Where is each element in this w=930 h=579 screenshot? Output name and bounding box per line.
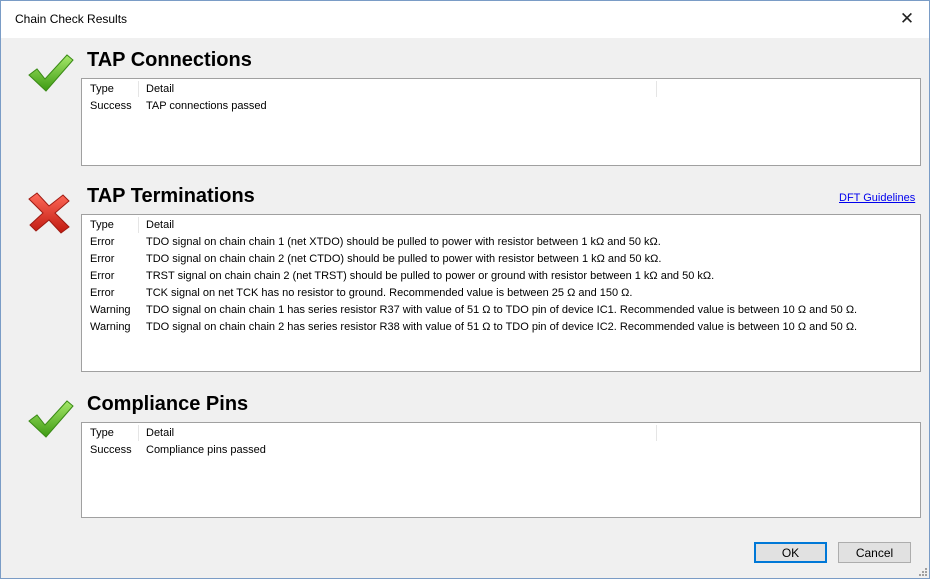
column-divider[interactable] [138, 425, 139, 441]
row-type: Success [90, 444, 132, 456]
list-item[interactable]: Error TDO signal on chain chain 2 (net C… [82, 251, 920, 268]
title-bar: Chain Check Results ✕ [1, 1, 929, 38]
row-detail: TAP connections passed [146, 100, 267, 112]
list-item[interactable]: Warning TDO signal on chain chain 2 has … [82, 319, 920, 336]
section-title: TAP Connections [87, 49, 252, 71]
close-button[interactable]: ✕ [893, 7, 921, 31]
chain-check-results-dialog: Chain Check Results ✕ TAP Connections Ty… [0, 0, 930, 579]
list-item[interactable]: Success TAP connections passed [82, 98, 920, 115]
row-type: Success [90, 100, 132, 112]
cancel-button[interactable]: Cancel [838, 542, 911, 563]
row-detail: TDO signal on chain chain 1 (net XTDO) s… [146, 236, 661, 248]
row-type: Error [90, 270, 115, 282]
row-type: Error [90, 236, 115, 248]
results-list[interactable]: Type Detail Success TAP connections pass… [81, 78, 921, 166]
row-type: Warning [90, 304, 131, 316]
results-list[interactable]: Type Detail Success Compliance pins pass… [81, 422, 921, 518]
close-icon: ✕ [899, 9, 915, 28]
row-detail: TDO signal on chain chain 2 (net CTDO) s… [146, 253, 662, 265]
column-divider[interactable] [138, 217, 139, 233]
column-divider[interactable] [656, 81, 657, 97]
resize-grip-icon[interactable] [917, 566, 927, 576]
list-header: Type Detail [82, 423, 920, 442]
x-icon [28, 192, 70, 234]
section-title: Compliance Pins [87, 393, 249, 415]
row-detail: Compliance pins passed [146, 444, 266, 456]
column-divider[interactable] [138, 81, 139, 97]
ok-button[interactable]: OK [754, 542, 827, 563]
row-type: Warning [90, 321, 131, 333]
row-type: Error [90, 287, 115, 299]
row-detail: TCK signal on net TCK has no resistor to… [146, 287, 633, 299]
results-list[interactable]: Type Detail Error TDO signal on chain ch… [81, 214, 921, 372]
row-detail: TRST signal on chain chain 2 (net TRST) … [146, 270, 715, 282]
list-item[interactable]: Success Compliance pins passed [82, 442, 920, 459]
row-detail: TDO signal on chain chain 2 has series r… [146, 321, 858, 333]
row-type: Error [90, 253, 115, 265]
list-item[interactable]: Error TDO signal on chain chain 1 (net X… [82, 234, 920, 251]
checkmark-icon [28, 54, 74, 92]
list-header: Type Detail [82, 215, 920, 234]
dft-guidelines-link[interactable]: DFT Guidelines [839, 192, 915, 204]
window-title: Chain Check Results [15, 12, 128, 26]
list-item[interactable]: Warning TDO signal on chain chain 1 has … [82, 302, 920, 319]
list-item[interactable]: Error TRST signal on chain chain 2 (net … [82, 268, 920, 285]
row-detail: TDO signal on chain chain 1 has series r… [146, 304, 858, 316]
checkmark-icon [28, 400, 74, 438]
column-divider[interactable] [656, 425, 657, 441]
list-header: Type Detail [82, 79, 920, 98]
list-item[interactable]: Error TCK signal on net TCK has no resis… [82, 285, 920, 302]
section-title: TAP Terminations [87, 185, 255, 207]
